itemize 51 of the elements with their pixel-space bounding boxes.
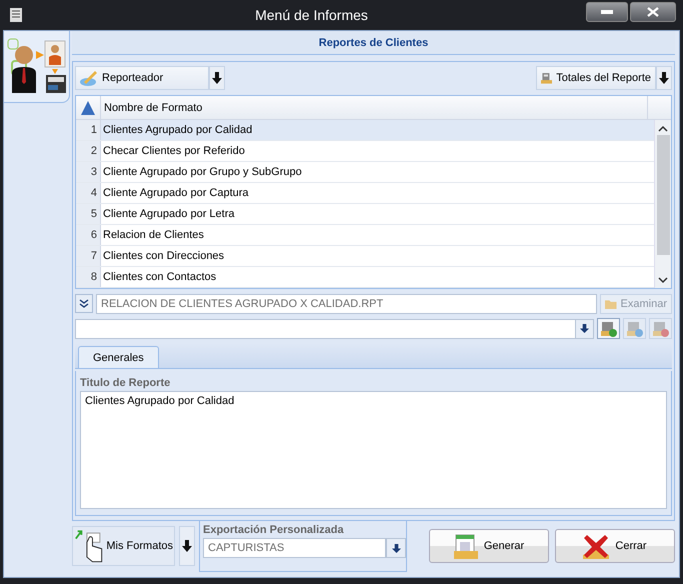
my-formats-button[interactable]: Mis Formatos <box>72 526 175 566</box>
file-field[interactable]: RELACION DE CLIENTES AGRUPADO X CALIDAD.RPT <box>96 294 597 314</box>
dropdown-button[interactable] <box>209 66 225 90</box>
minimize-icon <box>601 10 613 14</box>
dropdown-button[interactable] <box>179 526 195 566</box>
app-icon <box>9 7 23 23</box>
down-arrow-icon <box>659 72 669 84</box>
row-number: 7 <box>76 246 100 266</box>
close-dialog-button[interactable]: Cerrar <box>555 529 675 563</box>
close-icon <box>583 533 610 559</box>
table-row[interactable]: 7 Clientes con Direcciones <box>76 246 654 267</box>
down-arrow-icon <box>392 544 400 552</box>
sort-icon <box>80 100 96 116</box>
scroll-down-icon[interactable] <box>658 276 668 284</box>
table-row[interactable]: 3 Cliente Agrupado por Grupo y SubGrupo <box>76 162 654 183</box>
tab[interactable]: Generales <box>78 346 159 368</box>
scroll-up-icon[interactable] <box>658 125 668 133</box>
expand-button[interactable] <box>75 294 93 313</box>
close-button[interactable] <box>630 2 676 22</box>
combo-field[interactable] <box>75 318 594 338</box>
table-row[interactable]: 5 Cliente Agrupado por Letra <box>76 204 654 225</box>
dropdown-button[interactable] <box>656 66 672 90</box>
report-title-field[interactable]: Clientes Agrupado por Calidad <box>80 391 667 509</box>
add-record-button[interactable] <box>597 318 620 339</box>
down-arrow-icon <box>182 540 192 552</box>
row-number: 3 <box>76 162 100 182</box>
field-label: Titulo de Reporte <box>80 377 172 389</box>
down-arrow-icon <box>212 72 222 84</box>
pen-icon <box>80 70 98 86</box>
generate-button[interactable]: Generar <box>429 529 549 563</box>
table-row[interactable]: 4 Cliente Agrupado por Captura <box>76 183 654 204</box>
minimize-button[interactable] <box>586 2 628 22</box>
row-number: 8 <box>76 267 100 287</box>
window-title: Menú de Informes <box>254 7 369 23</box>
field-label: Exportación Personalizada <box>203 524 345 536</box>
double-chevron-icon <box>79 298 89 308</box>
report-totals-button[interactable]: Totales del Reporte <box>536 66 656 90</box>
reporteador-button[interactable]: Reporteador <box>75 66 209 90</box>
down-arrow-icon <box>580 324 589 333</box>
row-number: 6 <box>76 225 100 245</box>
document-icon <box>454 533 478 559</box>
row-number: 5 <box>76 204 100 224</box>
scrollbar-thumb[interactable] <box>656 135 670 255</box>
close-icon <box>647 7 659 17</box>
table-row[interactable]: 6 Relacion de Clientes <box>76 225 654 246</box>
table-row[interactable]: 8 Clientes con Contactos <box>76 267 654 288</box>
table-row[interactable]: 2 Checar Clientes por Referido <box>76 141 654 162</box>
table-row[interactable]: 1 Clientes Agrupado por Calidad <box>76 120 654 141</box>
row-number: 2 <box>76 141 100 161</box>
row-number: 1 <box>76 120 100 140</box>
row-number: 4 <box>76 183 100 203</box>
